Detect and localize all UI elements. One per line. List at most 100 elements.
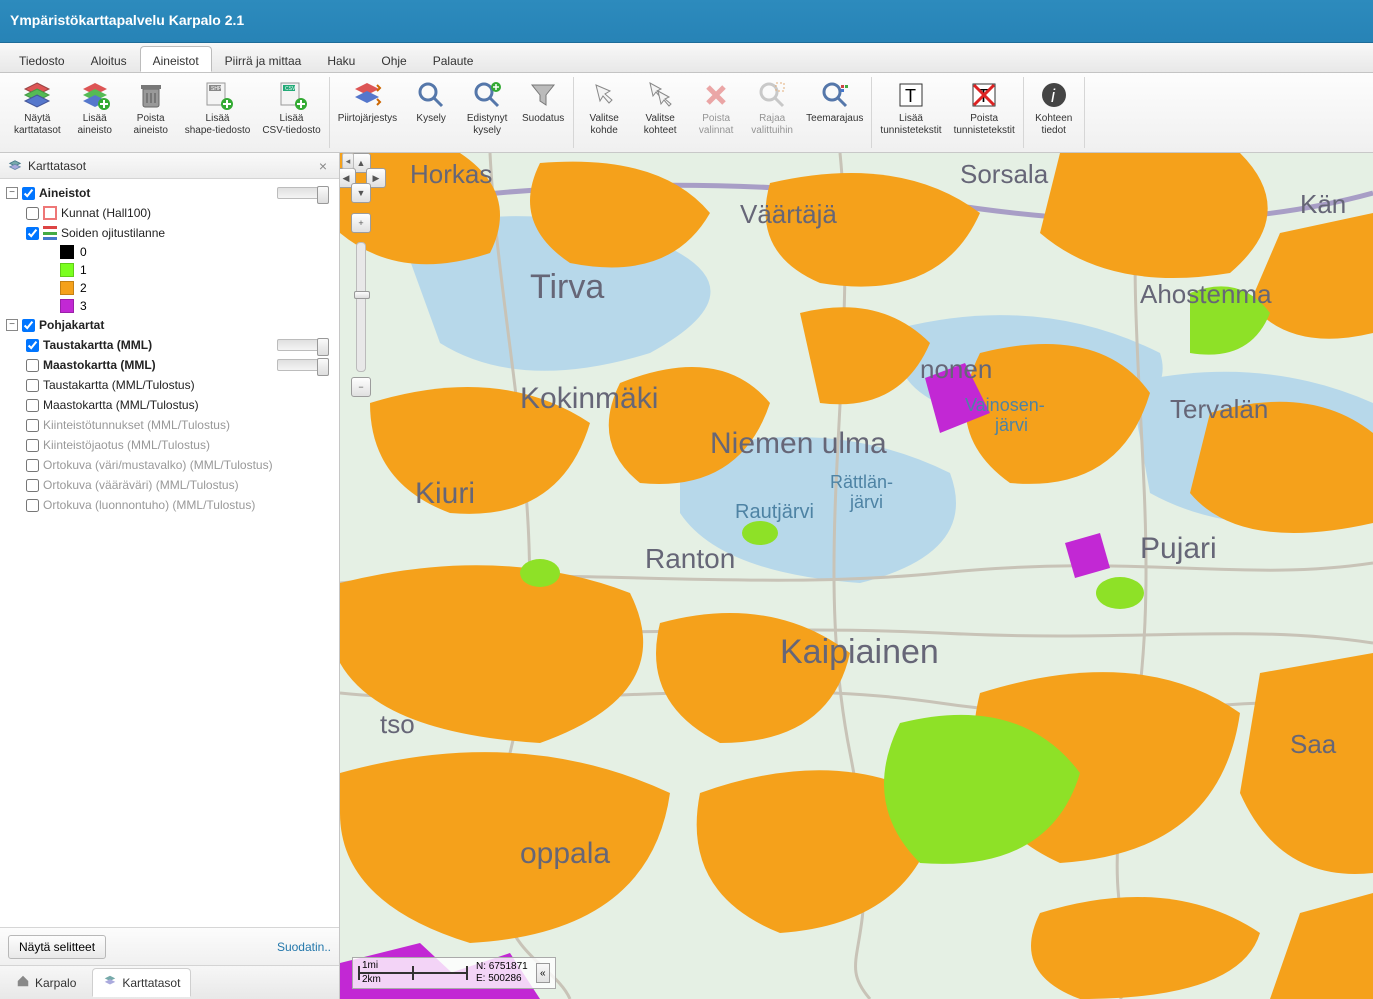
tree-row[interactable]: − Aineistot xyxy=(0,183,339,203)
layer-checkbox[interactable] xyxy=(26,379,39,392)
ribbon-filter-button[interactable]: Suodatus xyxy=(519,77,567,148)
panel-title: Karttatasot xyxy=(28,159,86,173)
ribbon-label: Näytä karttatasot xyxy=(14,113,61,137)
svg-text:Saa: Saa xyxy=(1290,729,1337,759)
pan-down-button[interactable]: ▼ xyxy=(351,183,371,203)
panel-tab-karttatasot[interactable]: Karttatasot xyxy=(92,968,191,997)
tree-row[interactable]: Kunnat (Hall100) xyxy=(0,203,339,223)
tree-row[interactable]: Maastokartta (MML) xyxy=(0,355,339,375)
tree-expander[interactable]: − xyxy=(6,319,18,331)
map-canvas[interactable]: Horkas Sorsala Väärtäjä Kän Tirva Ahoste… xyxy=(340,153,1373,999)
tree-row[interactable]: Kiinteistöjaotus (MML/Tulostus) xyxy=(0,435,339,455)
show-legends-button[interactable]: Näytä selitteet xyxy=(8,935,106,959)
layer-label: Kunnat (Hall100) xyxy=(61,206,151,220)
tree-row[interactable]: Ortokuva (väri/mustavalko) (MML/Tulostus… xyxy=(0,455,339,475)
scale-bar: 1mi 2km xyxy=(358,962,468,984)
ribbon-add-csv-button[interactable]: CSVLisää CSV-tiedosto xyxy=(260,77,322,148)
ribbon-add-shp-button[interactable]: SHP Lisää shape-tiedosto xyxy=(183,77,253,148)
tree-expander[interactable]: − xyxy=(6,187,18,199)
layer-checkbox[interactable] xyxy=(26,479,39,492)
opacity-slider[interactable] xyxy=(277,359,329,371)
svg-text:Vainosen-: Vainosen- xyxy=(965,395,1045,415)
ribbon-label: Edistynyt kysely xyxy=(467,113,508,137)
splitter[interactable]: ◂ xyxy=(340,153,348,999)
collapse-coords-icon[interactable]: « xyxy=(536,963,550,983)
tree-row[interactable]: Ortokuva (luonnontuho) (MML/Tulostus) xyxy=(0,495,339,515)
ribbon-label: Kohteen tiedot xyxy=(1035,113,1072,137)
zoom-in-button[interactable]: + xyxy=(351,213,371,233)
layer-checkbox[interactable] xyxy=(26,359,39,372)
menu-tab-ohje[interactable]: Ohje xyxy=(368,46,419,72)
close-icon[interactable]: × xyxy=(315,158,331,174)
layer-checkbox[interactable] xyxy=(26,227,39,240)
add-dataset-icon xyxy=(79,79,111,111)
ribbon-theme-button[interactable]: Teemarajaus xyxy=(804,77,865,148)
zoom-slider[interactable] xyxy=(356,242,366,372)
legend-swatch xyxy=(60,245,74,259)
layer-checkbox[interactable] xyxy=(26,339,39,352)
tree-row[interactable]: −Pohjakartat xyxy=(0,315,339,335)
opacity-slider[interactable] xyxy=(277,339,329,351)
svg-text:CSV: CSV xyxy=(285,86,296,92)
layer-checkbox[interactable] xyxy=(26,439,39,452)
layers-icon xyxy=(103,974,117,991)
layer-checkbox[interactable] xyxy=(26,399,39,412)
ribbon-show-layers-button[interactable]: Näytä karttatasot xyxy=(12,77,63,148)
ribbon-add-dataset-button[interactable]: Lisää aineisto xyxy=(71,77,119,148)
ribbon-del-dataset-button[interactable]: Poista aineisto xyxy=(127,77,175,148)
ribbon-select-objs-button[interactable]: Valitse kohteet xyxy=(636,77,684,148)
ribbon-adv-query-button[interactable]: Edistynyt kysely xyxy=(463,77,511,148)
layer-label: Kiinteistöjaotus (MML/Tulostus) xyxy=(43,438,210,452)
tree-row[interactable]: Kiinteistötunnukset (MML/Tulostus) xyxy=(0,415,339,435)
sidebar: Karttatasot × − Aineistot Kunnat (Hall100)… xyxy=(0,153,340,999)
home-icon xyxy=(16,974,30,991)
legend-swatch xyxy=(60,281,74,295)
ribbon-label: Poista tunnistetekstit xyxy=(954,113,1015,137)
svg-text:Kokinmäki: Kokinmäki xyxy=(520,382,658,415)
menu-tab-aloitus[interactable]: Aloitus xyxy=(78,46,140,72)
svg-text:SHP: SHP xyxy=(211,86,222,92)
ribbon-query-button[interactable]: Kysely xyxy=(407,77,455,148)
zoom-thumb[interactable] xyxy=(354,291,370,299)
ribbon-del-labels-button[interactable]: TPoista tunnistetekstit xyxy=(952,77,1017,148)
layer-checkbox[interactable] xyxy=(26,207,39,220)
menu-tab-piirrä ja mittaa[interactable]: Piirrä ja mittaa xyxy=(212,46,315,72)
layer-checkbox[interactable] xyxy=(26,419,39,432)
ribbon-add-labels-button[interactable]: TLisää tunnistetekstit xyxy=(878,77,943,148)
coord-e: E: 500286 xyxy=(476,973,528,985)
ribbon-draw-order-button[interactable]: Piirtojärjestys xyxy=(336,77,399,148)
tree-row[interactable]: Taustakartta (MML) xyxy=(0,335,339,355)
ribbon-select-obj-button[interactable]: Valitse kohde xyxy=(580,77,628,148)
tree-row[interactable]: Maastokartta (MML/Tulostus) xyxy=(0,395,339,415)
tree-row[interactable]: Taustakartta (MML/Tulostus) xyxy=(0,375,339,395)
filter-link[interactable]: Suodatin.. xyxy=(277,940,331,954)
menu-tab-haku[interactable]: Haku xyxy=(314,46,368,72)
ribbon-obj-info-button[interactable]: iKohteen tiedot xyxy=(1030,77,1078,148)
splitter-handle-icon[interactable]: ◂ xyxy=(342,153,354,169)
svg-text:järvi: järvi xyxy=(849,492,883,512)
tree-row[interactable]: Soiden ojitustilanne xyxy=(0,223,339,243)
menu-tab-tiedosto[interactable]: Tiedosto xyxy=(6,46,78,72)
panel-tab-karpalo[interactable]: Karpalo xyxy=(6,969,86,996)
theme-icon xyxy=(819,79,851,111)
add-csv-icon: CSV xyxy=(276,79,308,111)
tree-row[interactable]: Ortokuva (vääräväri) (MML/Tulostus) xyxy=(0,475,339,495)
crop-sel-icon xyxy=(756,79,788,111)
menu-tab-palaute[interactable]: Palaute xyxy=(420,46,487,72)
layer-checkbox[interactable] xyxy=(22,319,35,332)
ribbon-label: Teemarajaus xyxy=(806,113,863,125)
layer-label: Aineistot xyxy=(39,186,90,200)
menu-tab-aineistot[interactable]: Aineistot xyxy=(140,46,212,72)
layer-checkbox[interactable] xyxy=(26,459,39,472)
svg-text:Ranton: Ranton xyxy=(645,543,735,574)
zoom-out-button[interactable]: − xyxy=(351,377,371,397)
titlebar: Ympäristökarttapalvelu Karpalo 2.1 xyxy=(0,0,1373,43)
legend-value: 0 xyxy=(80,245,87,259)
ribbon-label: Lisää shape-tiedosto xyxy=(185,113,251,137)
opacity-slider[interactable] xyxy=(277,187,329,199)
svg-text:Pujari: Pujari xyxy=(1140,532,1217,565)
layer-label: Ortokuva (väri/mustavalko) (MML/Tulostus… xyxy=(43,458,273,472)
layer-checkbox[interactable] xyxy=(22,187,35,200)
basemap-svg: Horkas Sorsala Väärtäjä Kän Tirva Ahoste… xyxy=(340,153,1373,999)
layer-checkbox[interactable] xyxy=(26,499,39,512)
